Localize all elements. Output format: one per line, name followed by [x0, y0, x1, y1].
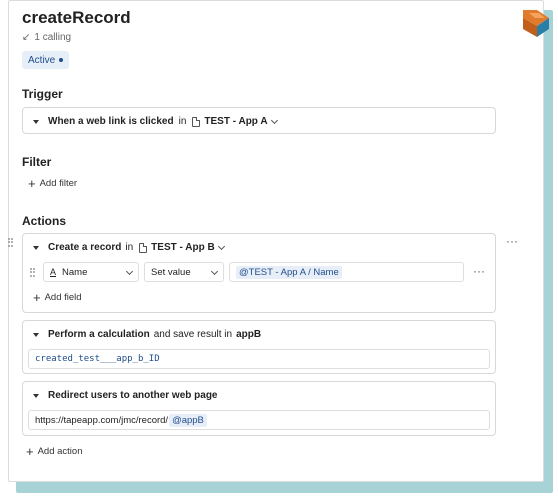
trigger-app-select[interactable]: TEST - App A: [204, 116, 267, 127]
extension-badge-icon: [523, 10, 549, 37]
plus-icon: +: [33, 289, 41, 305]
actions-heading: Actions: [22, 214, 67, 228]
filter-heading: Filter: [22, 155, 52, 169]
add-action-button[interactable]: + Add action: [26, 443, 83, 459]
add-field-label: Add field: [44, 292, 82, 303]
trigger-card[interactable]: When a web link is clicked in TEST - App…: [22, 107, 496, 134]
more-options-icon[interactable]: ···: [506, 234, 518, 248]
trigger-heading: Trigger: [22, 87, 63, 101]
calling-text: 1 calling: [34, 32, 72, 43]
chevron-down-icon[interactable]: [217, 242, 225, 250]
status-dot-icon: [59, 58, 64, 62]
more-options-icon[interactable]: ···: [473, 264, 485, 278]
trigger-event-label: When a web link is clicked: [48, 116, 174, 127]
create-in-word: in: [125, 242, 134, 253]
add-filter-label: Add filter: [39, 178, 78, 189]
calculation-mid-text: and save result in: [153, 329, 233, 340]
field-name-value: Name: [62, 266, 88, 278]
drag-handle-icon[interactable]: [8, 238, 13, 247]
add-field-button[interactable]: + Add field: [33, 289, 82, 305]
create-record-card: Create a record in TEST - App B A Name S…: [22, 233, 496, 313]
redirect-url-input[interactable]: https://tapeapp.com/jmc/record/ @appB: [28, 410, 490, 430]
plus-icon: +: [26, 443, 34, 459]
calculation-expression: created_test___app_b_ID: [35, 354, 160, 364]
operation-value: Set value: [151, 266, 191, 278]
document-icon: [139, 242, 148, 253]
add-action-label: Add action: [37, 446, 83, 457]
collapse-caret-icon[interactable]: [33, 119, 39, 124]
plus-icon: +: [28, 175, 36, 191]
status-badge[interactable]: Active: [22, 51, 70, 69]
chevron-down-icon: [210, 267, 219, 276]
calculation-result-name[interactable]: appB: [236, 329, 261, 340]
field-value-input[interactable]: @TEST - App A / Name: [229, 262, 464, 282]
field-name-select[interactable]: A Name: [43, 262, 139, 282]
drag-handle-icon[interactable]: [30, 268, 35, 277]
chevron-down-icon[interactable]: [270, 116, 278, 124]
redirect-url-text: https://tapeapp.com/jmc/record/: [35, 414, 169, 426]
calculation-card: Perform a calculation and save result in…: [22, 320, 496, 374]
chevron-down-icon: [125, 267, 134, 276]
collapse-caret-icon[interactable]: [33, 245, 39, 250]
calling-arrow-icon: ↙: [22, 32, 31, 43]
create-record-label: Create a record: [48, 242, 122, 253]
text-field-icon: A: [50, 267, 57, 277]
calculation-expression-input[interactable]: created_test___app_b_ID: [28, 349, 490, 369]
operation-select[interactable]: Set value: [144, 262, 224, 282]
collapse-caret-icon[interactable]: [33, 393, 39, 398]
calling-count[interactable]: ↙ 1 calling: [22, 32, 71, 43]
status-label: Active: [28, 54, 56, 66]
create-app-select[interactable]: TEST - App B: [151, 242, 215, 253]
redirect-label: Redirect users to another web page: [48, 390, 218, 401]
calculation-label: Perform a calculation: [48, 329, 150, 340]
redirect-url-token[interactable]: @appB: [169, 413, 207, 427]
trigger-in-word: in: [178, 116, 187, 127]
page-title: createRecord: [22, 8, 131, 27]
redirect-card: Redirect users to another web page https…: [22, 381, 496, 436]
collapse-caret-icon[interactable]: [33, 332, 39, 337]
document-icon: [192, 116, 201, 127]
add-filter-button[interactable]: + Add filter: [28, 175, 78, 191]
value-token[interactable]: @TEST - App A / Name: [236, 265, 342, 279]
